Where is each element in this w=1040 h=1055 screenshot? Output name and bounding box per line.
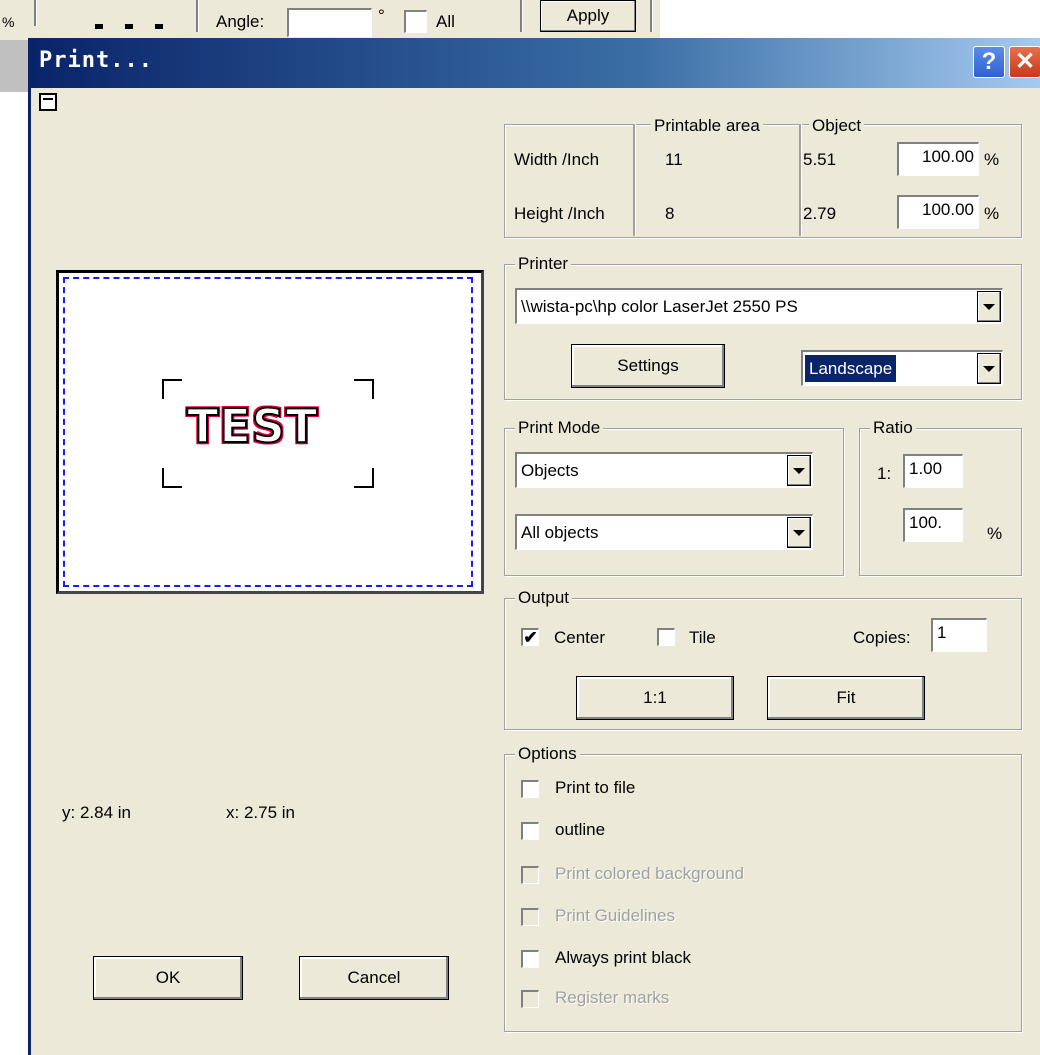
bg-all-label: All	[436, 12, 455, 31]
crop-mark	[162, 379, 182, 399]
ratio-input[interactable]: 1.00	[903, 454, 963, 488]
dimensions-divider	[799, 124, 802, 236]
center-label: Center	[554, 628, 606, 647]
bg-left-ruler	[0, 40, 30, 1055]
height-label: Height /Inch	[514, 204, 605, 223]
bg-degree-symbol: °	[378, 6, 385, 25]
preview-object-text: TEST	[186, 398, 319, 454]
title-bar[interactable]: Print... ? ✕	[31, 38, 1040, 88]
crop-mark	[162, 468, 182, 488]
orientation-select-value: Landscape	[805, 355, 897, 382]
chevron-down-icon	[983, 365, 995, 372]
settings-button[interactable]: Settings	[571, 344, 725, 388]
object-scope-select[interactable]: All objects	[515, 514, 813, 550]
y-position-readout: y: 2.84 in	[62, 803, 131, 822]
print-mode-select[interactable]: Objects	[515, 452, 813, 488]
chevron-down-icon	[793, 467, 805, 474]
object-scope-dropdown-arrow[interactable]	[787, 517, 811, 548]
printable-height-value: 8	[665, 204, 675, 223]
bg-apply-button[interactable]: Apply	[540, 0, 636, 32]
outline-label: outline	[555, 820, 606, 839]
tile-label: Tile	[689, 628, 716, 647]
bg-separator	[196, 0, 199, 32]
ok-button[interactable]: OK	[93, 956, 243, 1000]
crop-mark	[354, 379, 374, 399]
always-print-black-checkbox[interactable]	[521, 950, 539, 968]
output-group-label: Output	[515, 588, 573, 608]
x-position-readout: x: 2.75 in	[226, 803, 295, 822]
chevron-down-icon	[793, 529, 805, 536]
printer-group-label: Printer	[515, 254, 572, 274]
printer-select[interactable]: \\wista-pc\hp color LaserJet 2550 PS	[515, 288, 1003, 324]
checkmark-icon: ✔	[523, 628, 538, 647]
bg-angle-input[interactable]	[287, 8, 372, 37]
register-marks-label: Register marks	[555, 988, 670, 1007]
close-icon: ✕	[1014, 48, 1036, 75]
print-guidelines-checkbox	[521, 908, 539, 926]
print-guidelines-label: Print Guidelines	[555, 906, 676, 925]
chevron-down-icon	[983, 303, 995, 310]
bg-separator	[650, 0, 653, 32]
ratio-percent-input[interactable]: 100.	[903, 508, 963, 542]
options-group-label: Options	[515, 744, 580, 764]
printer-dropdown-arrow[interactable]	[977, 291, 1001, 322]
print-mode-dropdown-arrow[interactable]	[787, 455, 811, 486]
height-percent-unit: %	[984, 204, 1000, 223]
object-header: Object	[809, 116, 865, 136]
register-marks-checkbox	[521, 990, 539, 1008]
dialog-title: Print...	[39, 48, 153, 73]
printable-width-value: 11	[665, 150, 683, 169]
printer-select-value: \\wista-pc\hp color LaserJet 2550 PS	[521, 296, 798, 316]
printable-area-header: Printable area	[651, 116, 763, 136]
object-width-value: 5.51	[803, 150, 837, 169]
width-label: Width /Inch	[514, 150, 600, 169]
bg-ruler-block	[0, 40, 28, 92]
bg-separator	[34, 0, 37, 26]
close-button[interactable]: ✕	[1009, 46, 1040, 78]
print-to-file-label: Print to file	[555, 778, 636, 797]
width-percent-input[interactable]: 100.00	[897, 142, 979, 176]
help-button[interactable]: ?	[973, 46, 1005, 78]
outline-checkbox[interactable]	[521, 822, 539, 840]
one-to-one-button[interactable]: 1:1	[576, 676, 734, 720]
ratio-group-label: Ratio	[870, 418, 916, 438]
orientation-select[interactable]: Landscape	[801, 350, 1003, 386]
bg-tool-dot[interactable]	[95, 24, 103, 29]
ratio-group	[859, 428, 1022, 576]
bg-separator	[520, 0, 523, 32]
height-percent-input[interactable]: 100.00	[897, 195, 979, 229]
copies-label: Copies:	[853, 628, 911, 647]
dimensions-divider	[633, 124, 636, 236]
print-colored-background-label: Print colored background	[555, 864, 745, 883]
window-icon[interactable]	[39, 93, 57, 111]
print-mode-group-label: Print Mode	[515, 418, 604, 438]
print-colored-background-checkbox	[521, 866, 539, 884]
orientation-dropdown-arrow[interactable]	[977, 353, 1001, 384]
object-height-value: 2.79	[803, 204, 837, 223]
cancel-button[interactable]: Cancel	[299, 956, 449, 1000]
object-scope-select-value: All objects	[521, 522, 599, 542]
bg-tool-dot[interactable]	[125, 24, 133, 29]
bg-canvas	[660, 0, 1040, 40]
crop-mark	[354, 468, 374, 488]
copies-input[interactable]: 1	[931, 618, 987, 652]
fit-button[interactable]: Fit	[767, 676, 925, 720]
print-preview: TEST	[56, 270, 484, 594]
ratio-percent-unit: %	[987, 524, 1003, 543]
print-to-file-checkbox[interactable]	[521, 780, 539, 798]
bg-all-checkbox[interactable]	[404, 10, 427, 33]
print-mode-select-value: Objects	[521, 460, 579, 480]
tile-checkbox[interactable]	[657, 628, 675, 646]
bg-tool-dot[interactable]	[155, 24, 163, 29]
bg-percent-label: %	[2, 14, 15, 30]
always-print-black-label: Always print black	[555, 948, 692, 967]
width-percent-unit: %	[984, 150, 1000, 169]
bg-angle-label: Angle:	[216, 12, 265, 31]
ratio-prefix: 1:	[877, 464, 892, 483]
print-mode-group	[504, 428, 844, 576]
center-checkbox[interactable]: ✔	[521, 628, 539, 646]
print-dialog: Print... ? ✕ TEST y: 2.84 in x: 2.75 in …	[28, 38, 1040, 1055]
